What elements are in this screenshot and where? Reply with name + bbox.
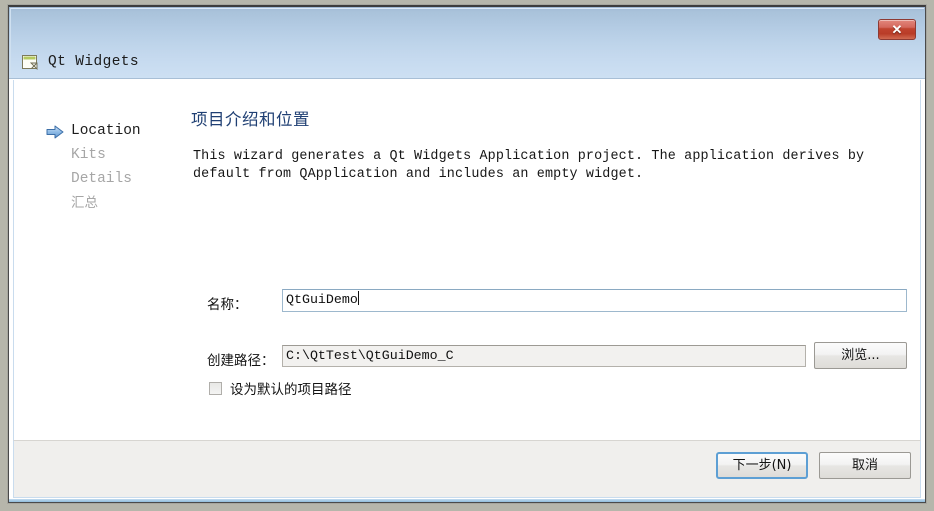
- nav-item-summary[interactable]: 汇总: [42, 191, 162, 215]
- default-path-checkbox-row[interactable]: 设为默认的项目路径: [209, 378, 352, 398]
- cancel-button[interactable]: 取消: [819, 452, 911, 479]
- title-bar: Qt Widgets ✕: [9, 7, 925, 79]
- footer-button-group: 下一步(N) 取消: [716, 452, 911, 479]
- text-caret: [357, 291, 359, 305]
- page-description: This wizard generates a Qt Widgets Appli…: [193, 149, 865, 182]
- wizard-step-nav: Location Kits Details 汇总: [42, 119, 162, 215]
- wizard-content: Location Kits Details 汇总 项目介绍和位置 This wi…: [13, 80, 921, 440]
- nav-item-label: Kits: [71, 147, 106, 163]
- project-path-label: 创建路径：: [207, 353, 275, 369]
- window-document-icon: [22, 54, 39, 70]
- title-bar-inner: [10, 8, 924, 78]
- project-name-label: 名称：: [207, 297, 248, 313]
- project-path-input[interactable]: C:\QtTest\QtGuiDemo_C: [282, 345, 806, 367]
- window-title: Qt Widgets: [48, 54, 140, 70]
- nav-item-details[interactable]: Details: [42, 167, 162, 191]
- nav-item-kits[interactable]: Kits: [42, 143, 162, 167]
- default-path-checkbox-label: 设为默认的项目路径: [230, 382, 352, 398]
- nav-item-label: Details: [71, 171, 132, 187]
- wizard-window: Qt Widgets ✕ Location Kits Details 汇总 项目…: [8, 5, 926, 503]
- project-name-input[interactable]: QtGuiDemo: [282, 289, 907, 312]
- page-title: 项目介绍和位置: [191, 110, 310, 129]
- window-bottom-strip: [9, 499, 925, 502]
- nav-item-label: Location: [71, 123, 141, 139]
- project-path-value: C:\QtTest\QtGuiDemo_C: [286, 348, 454, 363]
- nav-item-label: 汇总: [71, 195, 98, 211]
- project-name-value: QtGuiDemo: [286, 292, 358, 307]
- dialog-footer: 下一步(N) 取消: [13, 440, 921, 498]
- close-icon: ✕: [891, 22, 903, 37]
- default-path-checkbox[interactable]: [209, 381, 222, 395]
- window-title-row: Qt Widgets: [22, 54, 139, 70]
- browse-button[interactable]: 浏览...: [814, 342, 907, 369]
- close-button[interactable]: ✕: [878, 19, 916, 40]
- next-button[interactable]: 下一步(N): [716, 452, 808, 479]
- nav-item-location[interactable]: Location: [42, 119, 162, 143]
- arrow-right-icon: [46, 124, 64, 139]
